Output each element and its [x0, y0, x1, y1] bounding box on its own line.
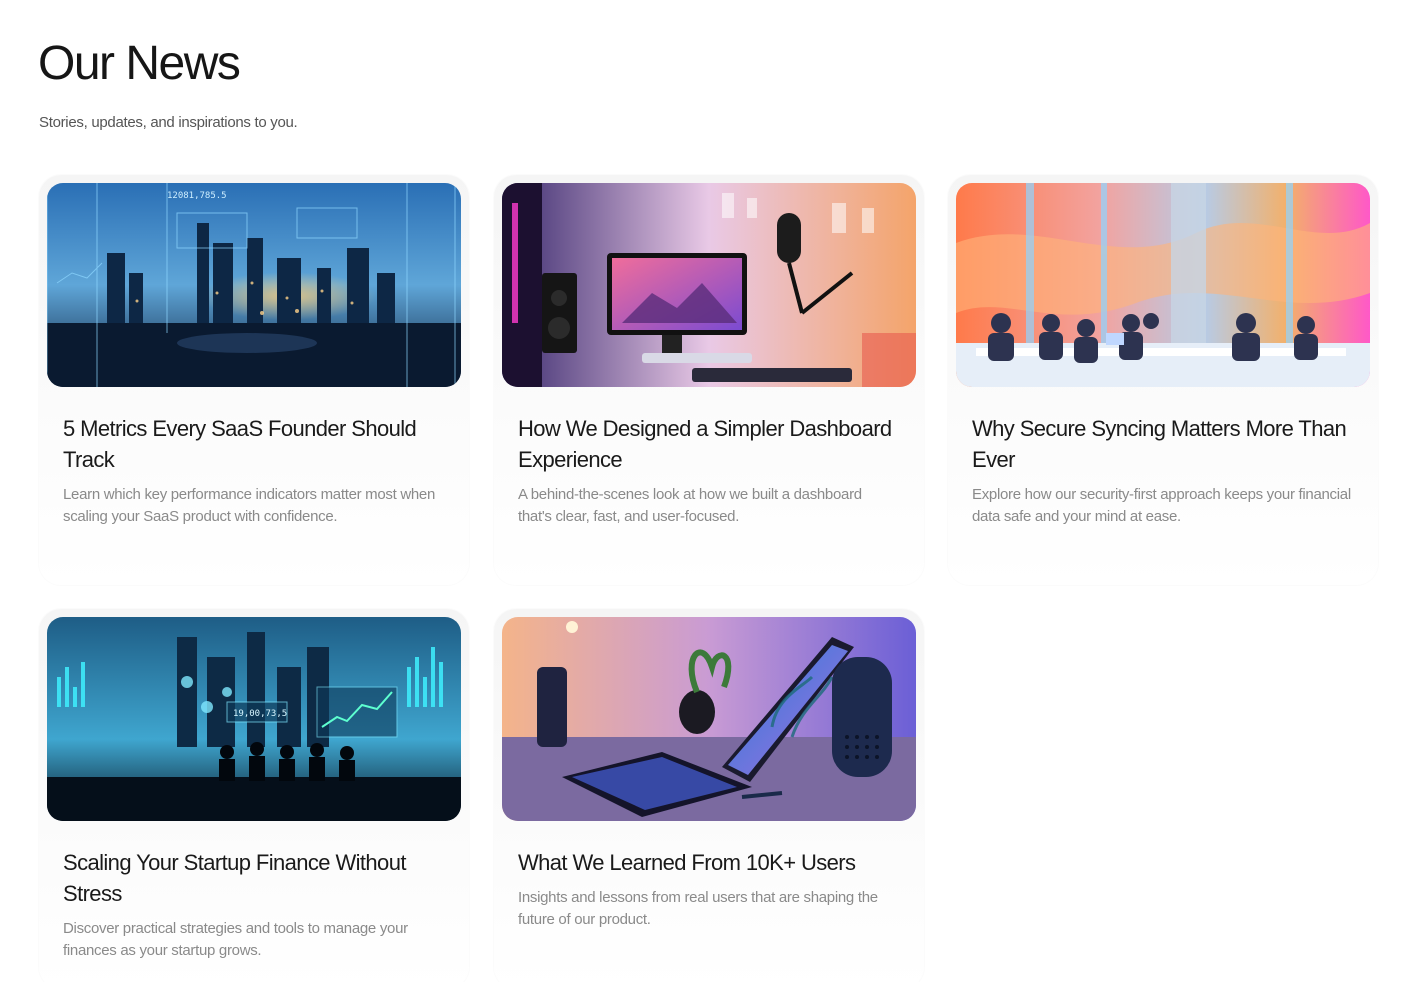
news-card[interactable]: How We Designed a Simpler Dashboard Expe…: [494, 175, 924, 585]
tablet-desk-image: [502, 617, 916, 821]
news-card[interactable]: What We Learned From 10K+ Users Insights…: [494, 609, 924, 982]
page-subtitle: Stories, updates, and inspirations to yo…: [39, 114, 298, 131]
image-overlay-number: 19,00,73,5: [233, 709, 287, 719]
news-card-image[interactable]: 12081,785.5: [47, 183, 461, 387]
meeting-room-image: [956, 183, 1370, 387]
news-card-description: Explore how our security-first approach …: [972, 486, 1351, 525]
news-card-image[interactable]: [956, 183, 1370, 387]
news-card-image[interactable]: [502, 617, 916, 821]
news-card-title[interactable]: 5 Metrics Every SaaS Founder Should Trac…: [63, 413, 443, 475]
news-page: Our News Stories, updates, and inspirati…: [0, 0, 1422, 982]
news-card[interactable]: 19,00,73,5 Scaling Your Startup Finance …: [39, 609, 469, 982]
financial-charts-image: 19,00,73,5: [47, 617, 461, 821]
news-card-title[interactable]: How We Designed a Simpler Dashboard Expe…: [518, 413, 898, 475]
news-card-title[interactable]: Why Secure Syncing Matters More Than Eve…: [972, 413, 1352, 475]
news-card-description: Discover practical strategies and tools …: [63, 920, 408, 959]
image-overlay-number: 12081,785.5: [167, 191, 227, 201]
desk-setup-image: [502, 183, 916, 387]
news-card[interactable]: Why Secure Syncing Matters More Than Eve…: [948, 175, 1378, 585]
news-card-title[interactable]: Scaling Your Startup Finance Without Str…: [63, 847, 443, 909]
news-card-title[interactable]: What We Learned From 10K+ Users: [518, 847, 898, 878]
news-card-description: A behind-the-scenes look at how we built…: [518, 486, 862, 525]
page-title: Our News: [38, 37, 241, 90]
city-skyline-image: 12081,785.5: [47, 183, 461, 387]
news-card-image[interactable]: 19,00,73,5: [47, 617, 461, 821]
news-card-description: Learn which key performance indicators m…: [63, 486, 436, 525]
news-card-image[interactable]: [502, 183, 916, 387]
news-card-description: Insights and lessons from real users tha…: [518, 889, 878, 928]
news-card[interactable]: 12081,785.5 5 Metrics Every SaaS Founder…: [39, 175, 469, 585]
